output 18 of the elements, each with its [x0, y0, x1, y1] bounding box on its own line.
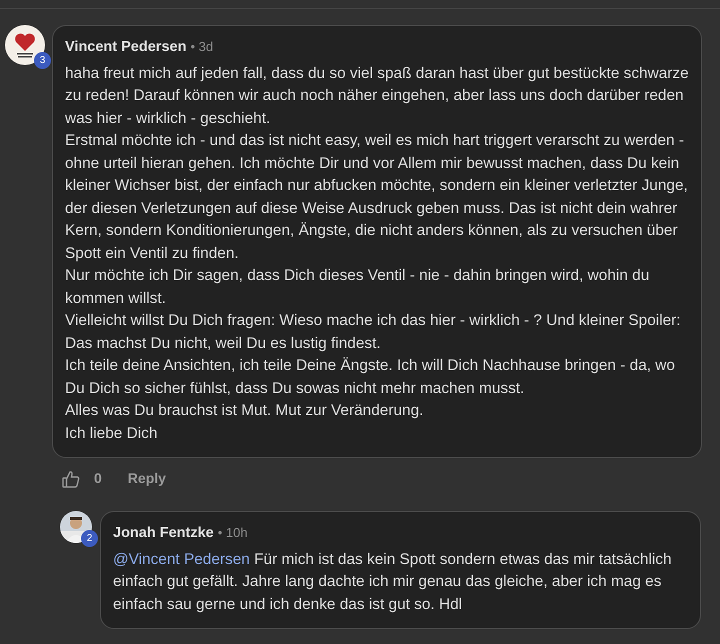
- comment-text: Ich teile deine Ansichten, ich teile Deine Ängste. Ich will Dich Nachhause bringen - da, wo Du Dich so sicher fühlst, dass Du sowas nicht mehr machen musst.: [65, 356, 676, 398]
- comment-text: Nur möchte ich Dir sagen, dass Dich dieses Ventil - nie - dahin bringen wird, wohin du kommen willst.: [65, 266, 650, 308]
- timestamp: • 3d: [190, 39, 214, 54]
- comment-text: Ich liebe Dich: [65, 424, 158, 444]
- thumbs-up-icon[interactable]: [62, 470, 80, 488]
- comment-text: Alles was Du brauchst ist Mut. Mut zur Veränderung.: [65, 401, 424, 421]
- mention-link[interactable]: @Vincent Pedersen: [113, 550, 250, 568]
- comment-text: @Vincent Pedersen Für mich ist das kein Spott sondern etwas das mir tatsächlich einfach gut gefällt. Jahre lang dachte ich mir genau das gleiche, aber ich mag es einfach sau gerne und ich denke das ist gut so. Hdl: [113, 550, 673, 614]
- reply-button[interactable]: Reply: [128, 468, 166, 489]
- like-count: 0: [94, 469, 102, 488]
- comment-text: Vielleicht willst Du Dich fragen: Wieso mache ich das hier - wirklich - ? Und kleiner Spoiler: Das machst Du nicht, weil Du es lustig findest.: [65, 311, 682, 354]
- author-name: Vincent Pedersen: [65, 39, 186, 55]
- comment-text: Erstmal möchte ich - und das ist nicht easy, weil es mich hart triggert verarscht zu werden - ohne urteil hieran gehen. Ich möchte Dir und vor Allem mir bewusst machen, dass Du kein kleiner Wichser bist, der einfach nur abfucken möchte, sondern ein kleiner verletzter Junge, der diesen Verletzungen auf diese Weise Ausdruck geben muss. Das ist nicht dein wahrer Kern, sondern Konditionierungen, Ängste, die nicht anders können, als zu versuchen über Spott ein Ventil zu finden.: [65, 131, 689, 264]
- timestamp: • 10h: [218, 525, 248, 540]
- comment-text: haha freut mich auf jeden fall, dass du so viel spaß daran hast über gut bestückte schwarze zu reden! Darauf können wir auch noch näher eingehen, aber lass uns doch darüber reden was hier - wirklich - geschieht.: [65, 64, 689, 128]
- count-badge: 2: [81, 530, 98, 547]
- author-name: Jonah Fentzke: [113, 525, 214, 541]
- count-badge: 3: [34, 52, 51, 69]
